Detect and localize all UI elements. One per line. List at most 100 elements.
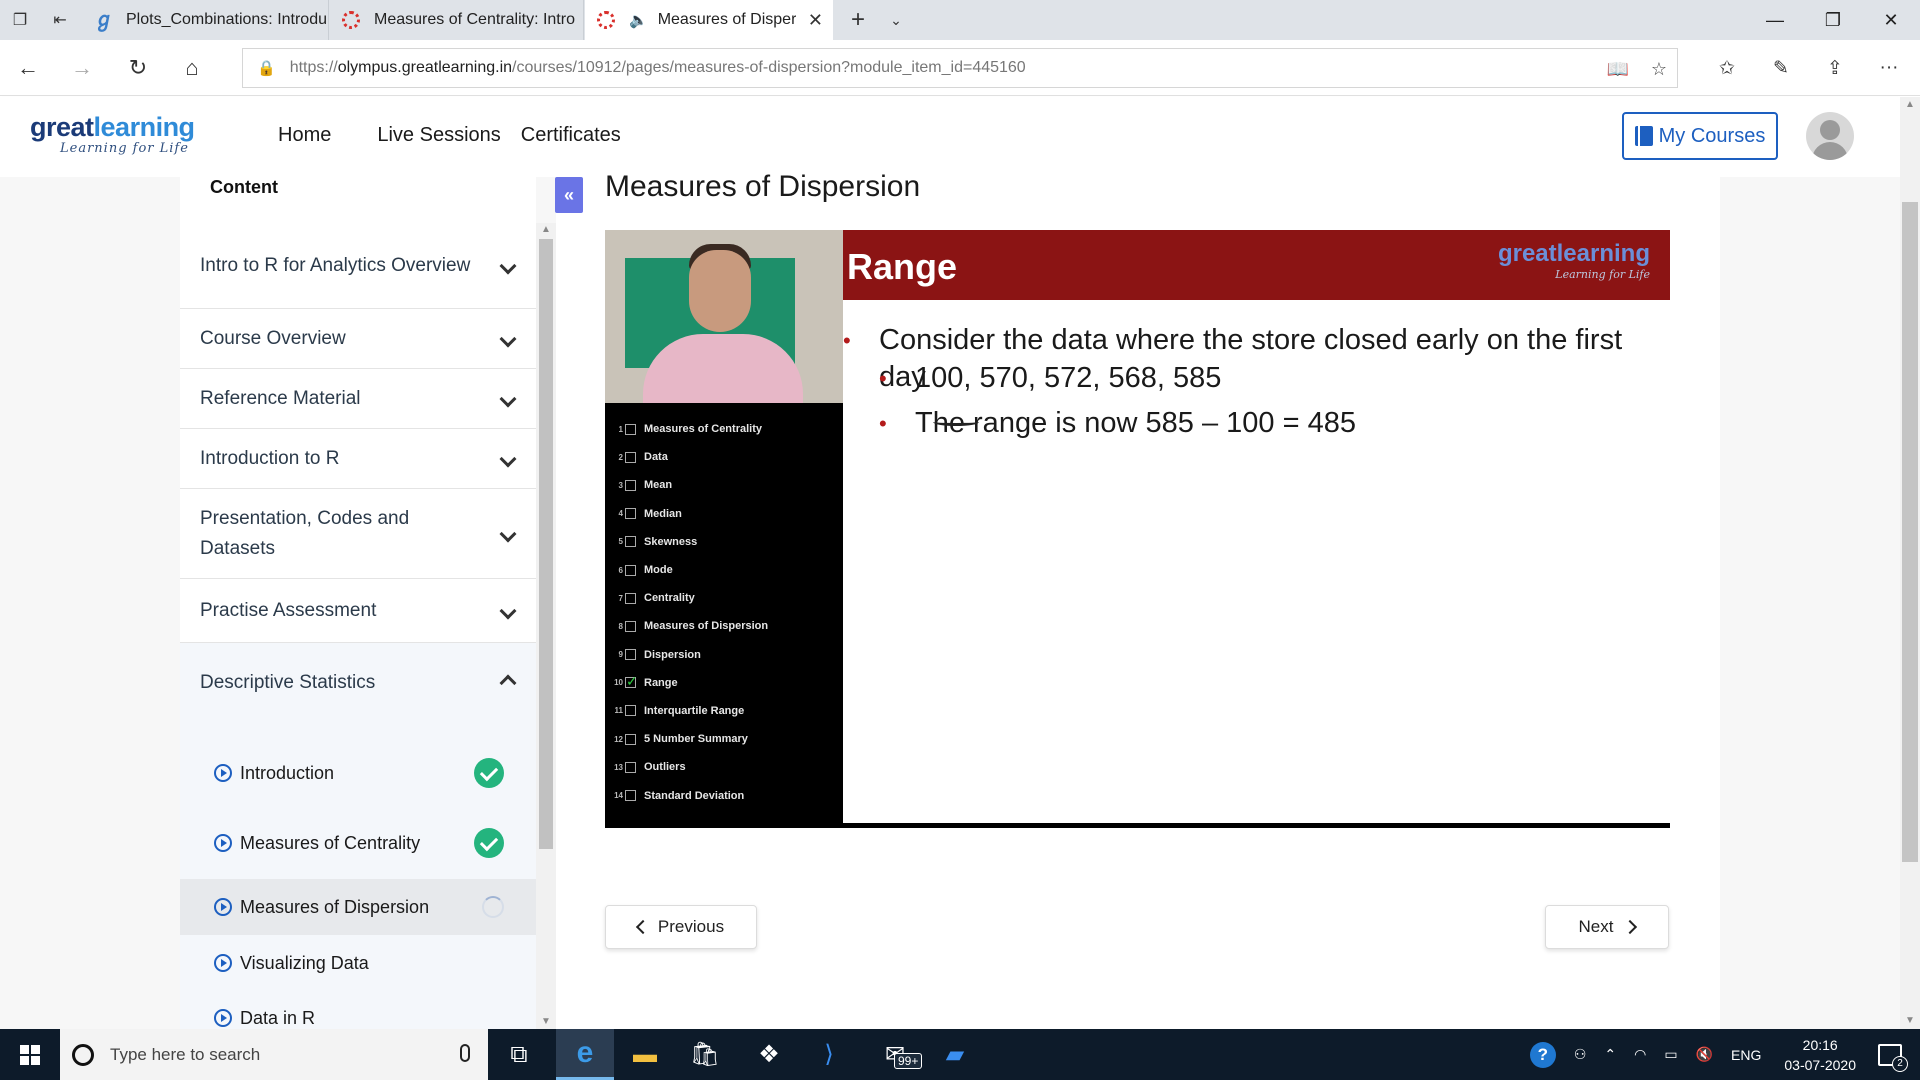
help-icon[interactable]: ? (1529, 1041, 1556, 1068)
module-intro-r-overview[interactable]: Intro to R for Analytics Overview (180, 223, 536, 309)
module-practise-assessment[interactable]: Practise Assessment (180, 579, 536, 643)
chapter-item: 4 Median (618, 507, 682, 520)
tab-actions-icon[interactable]: ❐ (0, 0, 40, 40)
page-scrollbar[interactable]: ▲ ▼ (1900, 97, 1920, 1029)
my-courses-button[interactable]: My Courses (1622, 112, 1778, 160)
wifi-icon[interactable]: ◠ (1634, 1046, 1646, 1063)
check-circle-icon (474, 828, 504, 858)
checkbox-icon (625, 508, 636, 520)
checkbox-icon (625, 761, 636, 773)
browser-tab-plots[interactable]: ℊ Plots_Combinations: Introdu (82, 0, 329, 40)
url-field[interactable]: 🔒 https://olympus.greatlearning.in/cours… (242, 48, 1678, 88)
module-presentation-codes[interactable]: Presentation, Codes and Datasets (180, 489, 536, 579)
checkbox-icon (625, 649, 636, 661)
module-descriptive-statistics[interactable]: Descriptive Statistics (180, 643, 536, 723)
reading-view-icon[interactable]: 📖 (1606, 59, 1628, 80)
module-course-overview[interactable]: Course Overview (180, 309, 536, 369)
browser-tab-centrality[interactable]: Measures of Centrality: Intro (330, 0, 584, 40)
nav-certificates-link[interactable]: Certificates (521, 124, 621, 147)
lesson-measures-of-dispersion[interactable]: Measures of Dispersion (180, 879, 536, 935)
taskbar-search-field[interactable]: Type here to search (60, 1029, 488, 1080)
collapse-sidebar-button[interactable]: « (555, 177, 583, 213)
favorites-hub-icon[interactable]: ✩ (1700, 48, 1754, 88)
powershell-icon[interactable]: ▰ (926, 1029, 984, 1080)
chapter-item: 3 Mean (618, 479, 673, 492)
minimize-icon[interactable]: — (1746, 0, 1804, 40)
visual-studio-icon[interactable]: ⟩ (800, 1029, 858, 1080)
system-clock[interactable]: 20:16 03-07-2020 (1784, 1035, 1856, 1075)
lesson-measures-of-centrality[interactable]: Measures of Centrality (180, 815, 536, 871)
checkbox-icon (625, 479, 636, 491)
instructor-camera (605, 230, 843, 403)
cortana-icon (72, 1043, 94, 1066)
scrollbar-thumb[interactable] (1902, 202, 1918, 862)
book-icon (1634, 126, 1653, 146)
avatar[interactable] (1806, 112, 1854, 160)
browser-tab-dispersion[interactable]: 🔈 Measures of Disper ✕ (585, 0, 833, 40)
url-text[interactable]: https://olympus.greatlearning.in/courses… (290, 59, 1026, 77)
slide-sub-bullet: • 100, 570, 572, 568, 585 (879, 362, 1222, 394)
task-view-icon[interactable]: ⧉ (490, 1029, 548, 1080)
language-indicator[interactable]: ENG (1731, 1047, 1761, 1063)
scroll-up-arrow-icon[interactable]: ▲ (539, 223, 553, 237)
content-sidebar: Content Intro to R for Analytics Overvie… (180, 177, 556, 1029)
restore-icon[interactable]: ❐ (1804, 0, 1862, 40)
sidebar-heading: Content (210, 177, 278, 197)
play-circle-icon (214, 898, 232, 916)
battery-icon[interactable]: ▭ (1664, 1046, 1677, 1063)
forward-arrow-icon[interactable]: → (62, 48, 102, 88)
windows-start-icon[interactable] (0, 1029, 60, 1080)
checkbox-checked-icon (625, 673, 638, 690)
chevron-up-icon[interactable]: ⌃ (1604, 1046, 1616, 1063)
scrollbar-thumb[interactable] (539, 239, 553, 849)
scroll-down-arrow-icon[interactable]: ▼ (539, 1015, 553, 1029)
mail-icon[interactable]: ✉99+ (866, 1029, 924, 1080)
edge-browser-icon[interactable]: e (556, 1029, 614, 1080)
loading-ring-icon (342, 11, 360, 29)
set-tabs-aside-icon[interactable]: ⇤ (40, 0, 80, 40)
people-icon[interactable]: ⚇ (1574, 1046, 1587, 1063)
favorite-star-icon[interactable]: ☆ (1651, 59, 1667, 80)
top-nav: Home Live Sessions Certificates (278, 124, 667, 147)
sidebar-scrollbar[interactable]: ▲ ▼ (536, 223, 556, 1029)
more-menu-icon[interactable]: ··· (1862, 48, 1916, 88)
module-introduction-to-r[interactable]: Introduction to R (180, 429, 536, 489)
file-explorer-icon[interactable]: ▬ (616, 1029, 674, 1080)
refresh-icon[interactable]: ↻ (118, 48, 158, 88)
module-reference-material[interactable]: Reference Material (180, 369, 536, 429)
close-window-icon[interactable]: ✕ (1862, 0, 1920, 40)
chapter-item: 9 Dispersion (618, 648, 701, 661)
play-circle-icon (214, 1009, 232, 1027)
chevron-left-icon (635, 919, 650, 935)
share-icon[interactable]: ⇪ (1808, 48, 1862, 88)
play-circle-icon (214, 764, 232, 782)
dropbox-icon[interactable]: ❖ (740, 1029, 798, 1080)
scroll-down-arrow-icon[interactable]: ▼ (1902, 1013, 1918, 1029)
new-tab-button[interactable]: + (838, 0, 878, 40)
video-chapter-list: 1 Measures of Centrality 2 Data 3 Mean 4 Median… (605, 403, 843, 828)
chevron-right-icon (1623, 919, 1638, 935)
lesson-visualizing-data[interactable]: Visualizing Data (180, 935, 536, 991)
nav-home-link[interactable]: Home (278, 124, 331, 147)
lesson-introduction[interactable]: Introduction (180, 745, 536, 801)
chevron-down-icon[interactable]: ⌄ (880, 0, 912, 40)
microphone-icon[interactable] (460, 1044, 470, 1062)
video-player[interactable]: 1 Measures of Centrality 2 Data 3 Mean 4 Median… (605, 230, 1670, 828)
nav-live-sessions-link[interactable]: Live Sessions (377, 124, 500, 147)
address-bar: ← → ↻ ⌂ 🔒 https://olympus.greatlearning.… (0, 40, 1920, 96)
next-button[interactable]: Next (1545, 905, 1669, 949)
home-icon[interactable]: ⌂ (172, 48, 212, 88)
chapter-item: 5 Skewness (618, 535, 698, 548)
chevron-down-icon (499, 330, 517, 347)
scroll-up-arrow-icon[interactable]: ▲ (1902, 97, 1918, 113)
previous-button[interactable]: Previous (605, 905, 757, 949)
volume-muted-icon[interactable]: 🔇 (1696, 1046, 1713, 1063)
store-icon[interactable]: 🛍 (676, 1029, 734, 1080)
close-tab-icon[interactable]: ✕ (808, 10, 823, 31)
speaker-icon[interactable]: 🔈 (629, 11, 648, 29)
greatlearning-logo[interactable]: greatlearning Learning for Life (30, 113, 195, 156)
back-arrow-icon[interactable]: ← (8, 48, 48, 88)
pen-notes-icon[interactable]: ✎ (1754, 48, 1808, 88)
action-center-icon[interactable]: 2 (1878, 1043, 1908, 1072)
checkbox-icon (625, 592, 636, 604)
